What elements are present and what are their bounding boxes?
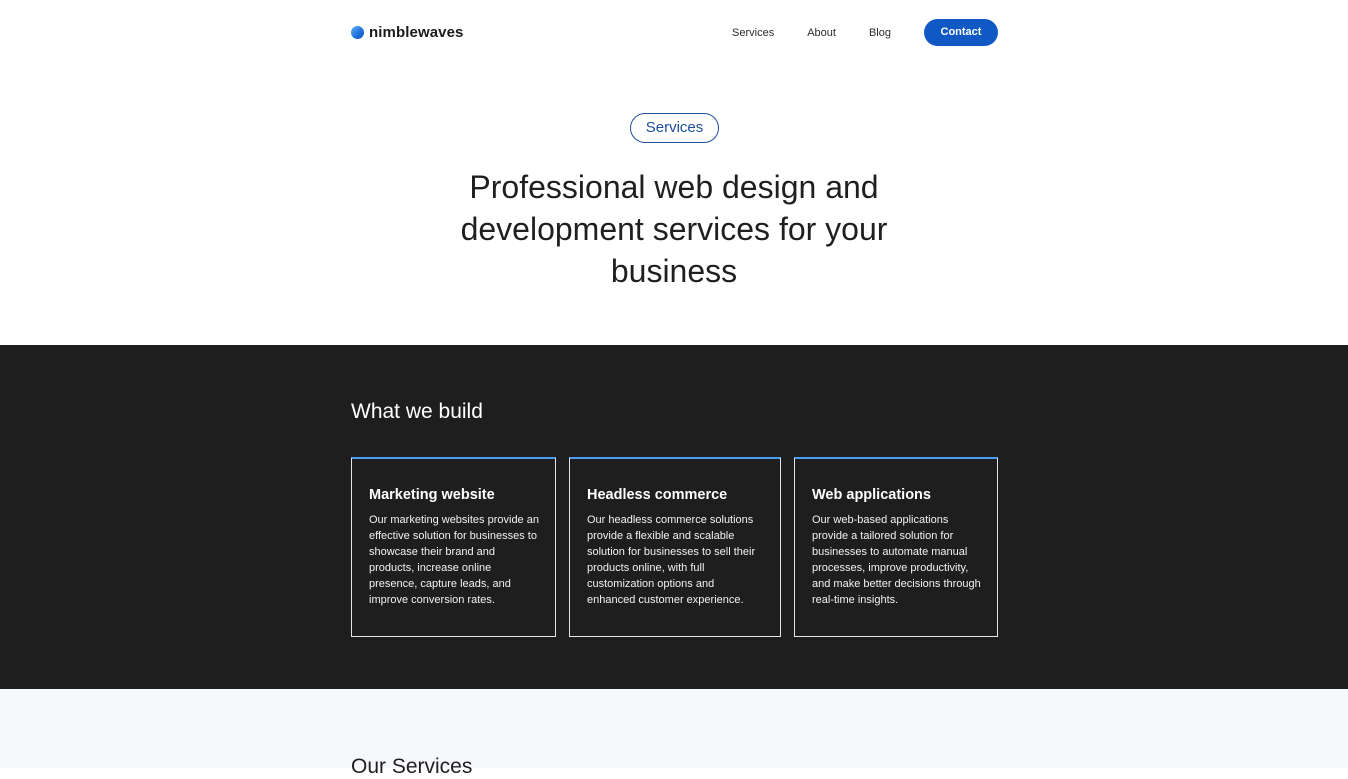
our-services-section: Our Services: [0, 689, 1348, 778]
main-nav: Services About Blog Contact: [732, 19, 998, 46]
section-title: Our Services: [351, 755, 473, 778]
card-title: Web applications: [812, 487, 931, 503]
logo-icon: [351, 26, 364, 39]
card-description: Our web-based applications provide a tai…: [812, 514, 981, 606]
hero-section: Services Professional web design and dev…: [0, 66, 1348, 345]
card-title: Headless commerce: [587, 487, 728, 503]
hero-title: Professional web design and development …: [460, 169, 888, 289]
card-headless-commerce: Headless commerce Our headless commerce …: [569, 457, 781, 637]
what-we-build-section: What we build Marketing website Our mark…: [0, 345, 1348, 689]
card-title: Marketing website: [369, 487, 495, 503]
card-description: Our headless commerce solutions provide …: [587, 514, 756, 606]
card-marketing-website: Marketing website Our marketing websites…: [351, 457, 556, 637]
contact-button[interactable]: Contact: [924, 19, 998, 46]
card-web-applications: Web applications Our web-based applicati…: [794, 457, 998, 637]
section-title: What we build: [351, 400, 483, 423]
nav-link-services[interactable]: Services: [732, 27, 774, 39]
services-badge: Services: [630, 113, 719, 143]
card-description: Our marketing websites provide an effect…: [369, 514, 539, 606]
site-header: nimblewaves Services About Blog Contact: [0, 0, 1348, 66]
logo[interactable]: nimblewaves: [351, 24, 463, 41]
nav-link-about[interactable]: About: [807, 27, 836, 39]
nav-link-blog[interactable]: Blog: [869, 27, 891, 39]
logo-text: nimblewaves: [369, 24, 464, 41]
